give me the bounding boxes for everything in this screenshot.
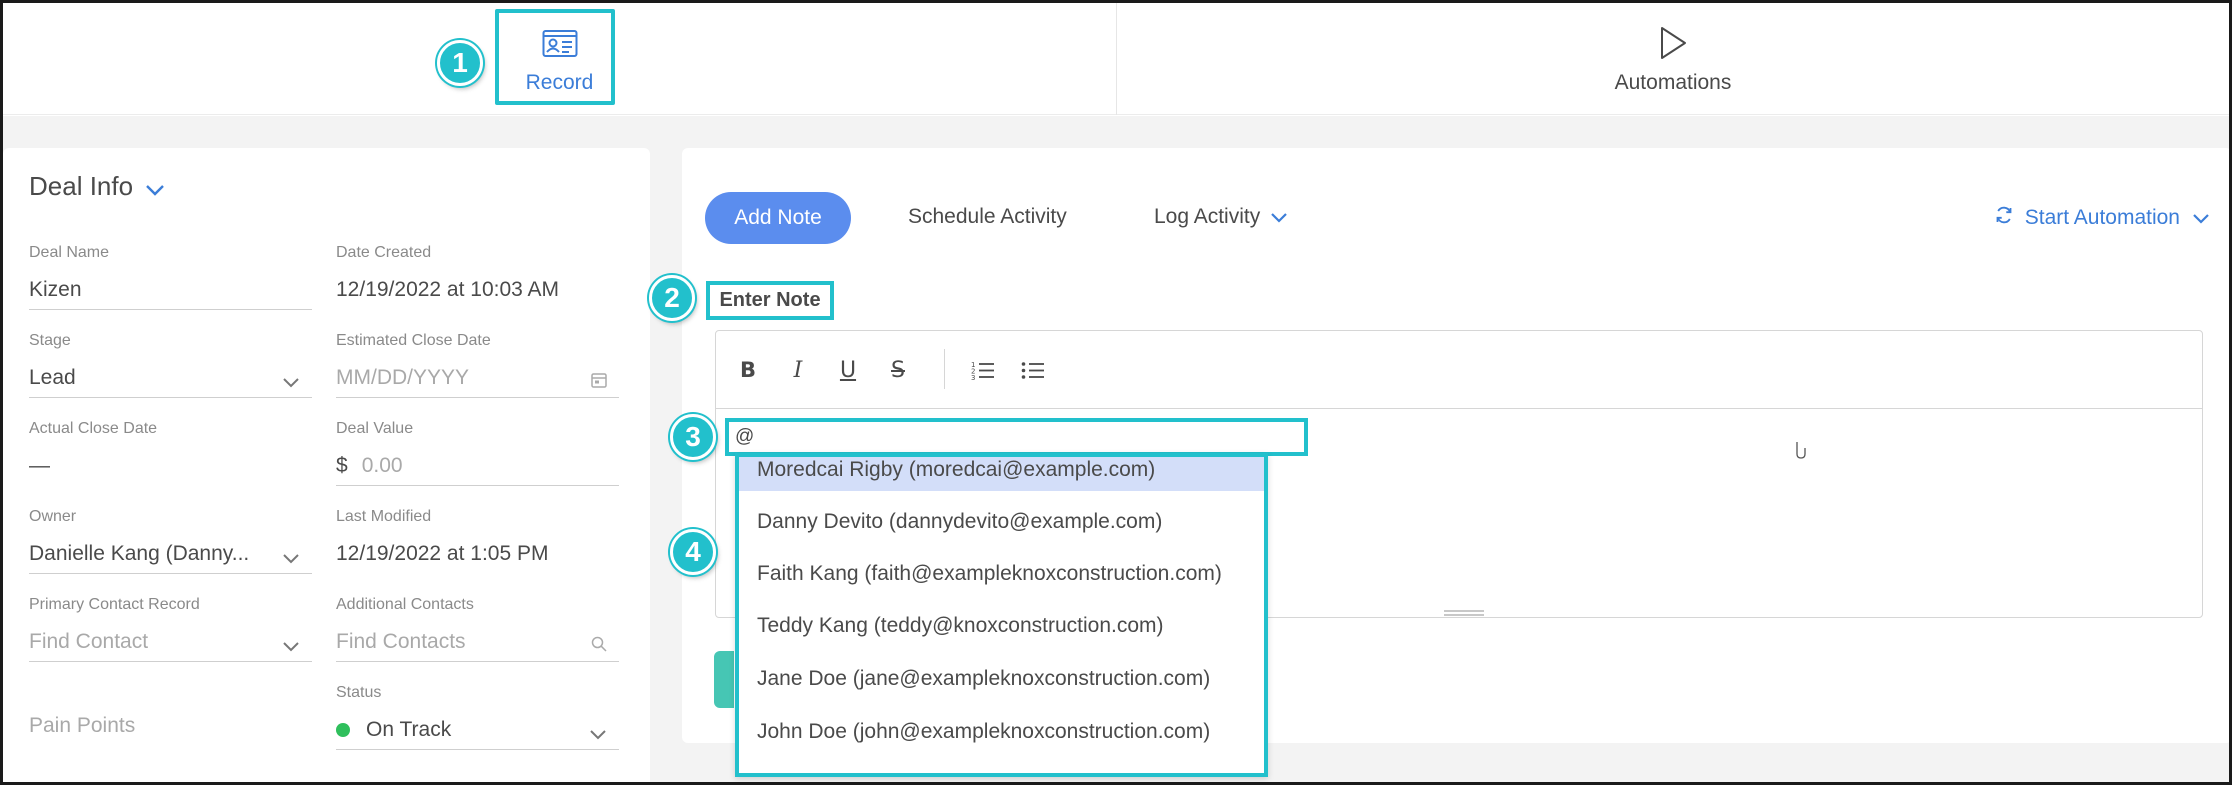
mention-dropdown: Moredcai Rigby (moredcai@example.com) Da… (735, 453, 1268, 777)
field-label: Owner (29, 508, 77, 525)
callout-4: 4 (670, 529, 716, 575)
field-value: 12/19/2022 at 1:05 PM (336, 542, 549, 565)
callout-3: 3 (670, 414, 716, 460)
deal-value-input[interactable]: $ 0.00 (336, 446, 619, 486)
numbered-list-icon[interactable]: 123 (966, 353, 1000, 387)
chevron-down-icon (282, 546, 300, 570)
schedule-activity-label: Schedule Activity (908, 205, 1067, 228)
mention-input-value: @ (735, 426, 755, 447)
field-placeholder: Find Contacts (336, 629, 466, 653)
mention-option[interactable]: John Doe (john@exampleknoxconstruction.c… (739, 711, 1264, 753)
schedule-activity-button[interactable]: Schedule Activity (908, 205, 1067, 229)
chevron-down-icon (2192, 206, 2210, 230)
field-last-modified: Last Modified 12/19/2022 at 1:05 PM (336, 508, 619, 565)
log-activity-label: Log Activity (1154, 205, 1261, 228)
owner-select[interactable]: Danielle Kang (Danny... (29, 534, 312, 574)
editor-resize-handle[interactable] (1444, 610, 1484, 616)
svg-text:3: 3 (971, 374, 975, 380)
status-select[interactable]: On Track (336, 710, 619, 750)
currency-symbol: $ (336, 453, 348, 477)
field-status: Status On Track (336, 684, 619, 750)
field-estimated-close-date: Estimated Close Date MM/DD/YYYY (336, 332, 619, 398)
chevron-down-icon (589, 722, 607, 746)
field-value: On Track (366, 717, 452, 741)
field-value: — (29, 454, 50, 477)
field-label: Actual Close Date (29, 420, 158, 437)
sync-icon (1995, 206, 2013, 230)
estimated-close-date-input[interactable]: MM/DD/YYYY (336, 358, 619, 398)
record-tab-highlight (495, 9, 615, 105)
start-automation-label: Start Automation (2024, 206, 2180, 229)
bullet-list-icon[interactable] (1016, 353, 1050, 387)
deal-name-input[interactable]: Kizen (29, 270, 312, 310)
log-activity-button[interactable]: Log Activity (1154, 205, 1288, 229)
mention-option[interactable]: Jane Doe (jane@exampleknoxconstruction.c… (739, 658, 1264, 700)
field-pain-points-label[interactable]: Pain Points (29, 714, 135, 738)
field-label: Date Created (336, 244, 432, 261)
mention-option[interactable]: Teddy Kang (teddy@knoxconstruction.com) (739, 605, 1264, 647)
field-label: Last Modified (336, 508, 432, 525)
start-automation-button[interactable]: Start Automation (1995, 206, 2210, 230)
field-label: Deal Name (29, 244, 110, 261)
pointer-cursor-icon (1794, 440, 1808, 460)
mention-option[interactable]: Moredcai Rigby (moredcai@example.com) (739, 457, 1264, 491)
primary-contact-select[interactable]: Find Contact (29, 622, 312, 662)
search-icon (591, 634, 607, 658)
field-actual-close-date: Actual Close Date — (29, 420, 312, 477)
tab-automations-label: Automations (1614, 71, 1732, 94)
field-primary-contact: Primary Contact Record Find Contact (29, 596, 312, 662)
chevron-down-icon (1270, 205, 1288, 229)
field-value: 12/19/2022 at 10:03 AM (336, 278, 560, 301)
mention-option[interactable]: Faith Kang (faith@exampleknoxconstructio… (739, 553, 1264, 595)
field-deal-name: Deal Name Kizen (29, 244, 312, 310)
chevron-down-icon (145, 172, 165, 203)
field-value: Danielle Kang (Danny... (29, 541, 250, 565)
field-label: Estimated Close Date (336, 332, 491, 349)
field-date-created: Date Created 12/19/2022 at 10:03 AM (336, 244, 619, 301)
callout-2: 2 (649, 275, 695, 321)
calendar-icon[interactable] (591, 370, 607, 394)
field-label: Primary Contact Record (29, 596, 200, 613)
status-dot (336, 722, 350, 737)
add-note-button[interactable]: Add Note (705, 192, 851, 244)
field-placeholder: Find Contact (29, 629, 149, 653)
play-icon (1653, 23, 1693, 63)
field-value: Kizen (29, 277, 82, 301)
deal-info-title: Deal Info (29, 171, 134, 201)
mention-option[interactable]: Danny Devito (dannydevito@example.com) (739, 501, 1264, 543)
field-owner: Owner Danielle Kang (Danny... (29, 508, 312, 574)
enter-note-heading: Enter Note (706, 281, 834, 320)
field-deal-value: Deal Value $ 0.00 (336, 420, 619, 486)
date-created-value: 12/19/2022 at 10:03 AM (336, 270, 619, 310)
italic-button[interactable]: I (781, 353, 815, 387)
field-additional-contacts: Additional Contacts Find Contacts (336, 596, 619, 662)
deal-info-header[interactable]: Deal Info (29, 170, 165, 203)
tab-automations[interactable]: Automations (1117, 3, 2229, 115)
field-label: Stage (29, 332, 71, 349)
bold-button[interactable]: B (731, 353, 765, 387)
callout-1: 1 (437, 40, 483, 86)
additional-contacts-input[interactable]: Find Contacts (336, 622, 619, 662)
mention-input[interactable]: @ (725, 418, 1308, 456)
editor-toolbar: B I U S 123 (716, 331, 2202, 409)
last-modified-value: 12/19/2022 at 1:05 PM (336, 534, 619, 574)
field-label: Additional Contacts (336, 596, 474, 613)
field-value: Lead (29, 365, 76, 389)
field-label: Deal Value (336, 420, 414, 437)
chevron-down-icon (282, 370, 300, 394)
field-stage: Stage Lead (29, 332, 312, 398)
strikethrough-button[interactable]: S (881, 353, 915, 387)
field-placeholder: MM/DD/YYYY (336, 365, 470, 389)
actual-close-date-value: — (29, 446, 312, 486)
stage-select[interactable]: Lead (29, 358, 312, 398)
field-label: Status (336, 684, 382, 701)
toolbar-divider (944, 349, 945, 389)
chevron-down-icon (282, 634, 300, 658)
save-note-button[interactable] (714, 651, 734, 708)
underline-button[interactable]: U (831, 353, 865, 387)
deal-info-card: Deal Info Deal Name Kizen Date Created 1… (3, 148, 650, 785)
field-placeholder: 0.00 (361, 453, 403, 477)
top-navigation: Record Automations (3, 3, 2229, 115)
